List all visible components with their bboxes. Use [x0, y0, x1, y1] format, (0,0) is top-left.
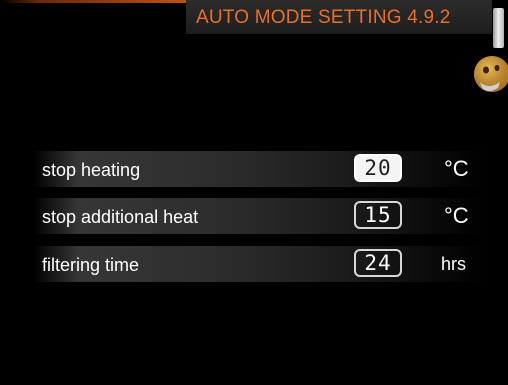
setting-unit: hrs: [441, 254, 467, 274]
setting-label: filtering time: [42, 255, 140, 275]
setting-label: stop additional heat: [42, 207, 199, 227]
setting-value-stop-heating[interactable]: 20: [354, 154, 402, 182]
setting-value-filtering-time[interactable]: 24: [354, 249, 402, 277]
setting-label: stop heating: [42, 160, 141, 180]
setting-value-stop-additional-heat[interactable]: 15: [354, 201, 402, 229]
header-accent-line: [0, 0, 200, 3]
setting-row-stop-heating[interactable]: stop heating 20 °C: [33, 151, 485, 187]
page-title: AUTO MODE SETTING 4.9.2: [196, 7, 451, 28]
setting-unit: °C: [444, 203, 469, 228]
title-bar: AUTO MODE SETTING 4.9.2: [186, 0, 492, 34]
setting-unit: °C: [444, 156, 469, 181]
setting-row-filtering-time[interactable]: filtering time 24 hrs: [33, 246, 485, 282]
screen: AUTO MODE SETTING 4.9.2 stop heating 20 …: [0, 0, 508, 385]
mascot-face-icon: [474, 56, 508, 92]
setting-row-stop-additional-heat[interactable]: stop additional heat 15 °C: [33, 198, 485, 234]
scrollbar-thumb[interactable]: [493, 8, 504, 48]
